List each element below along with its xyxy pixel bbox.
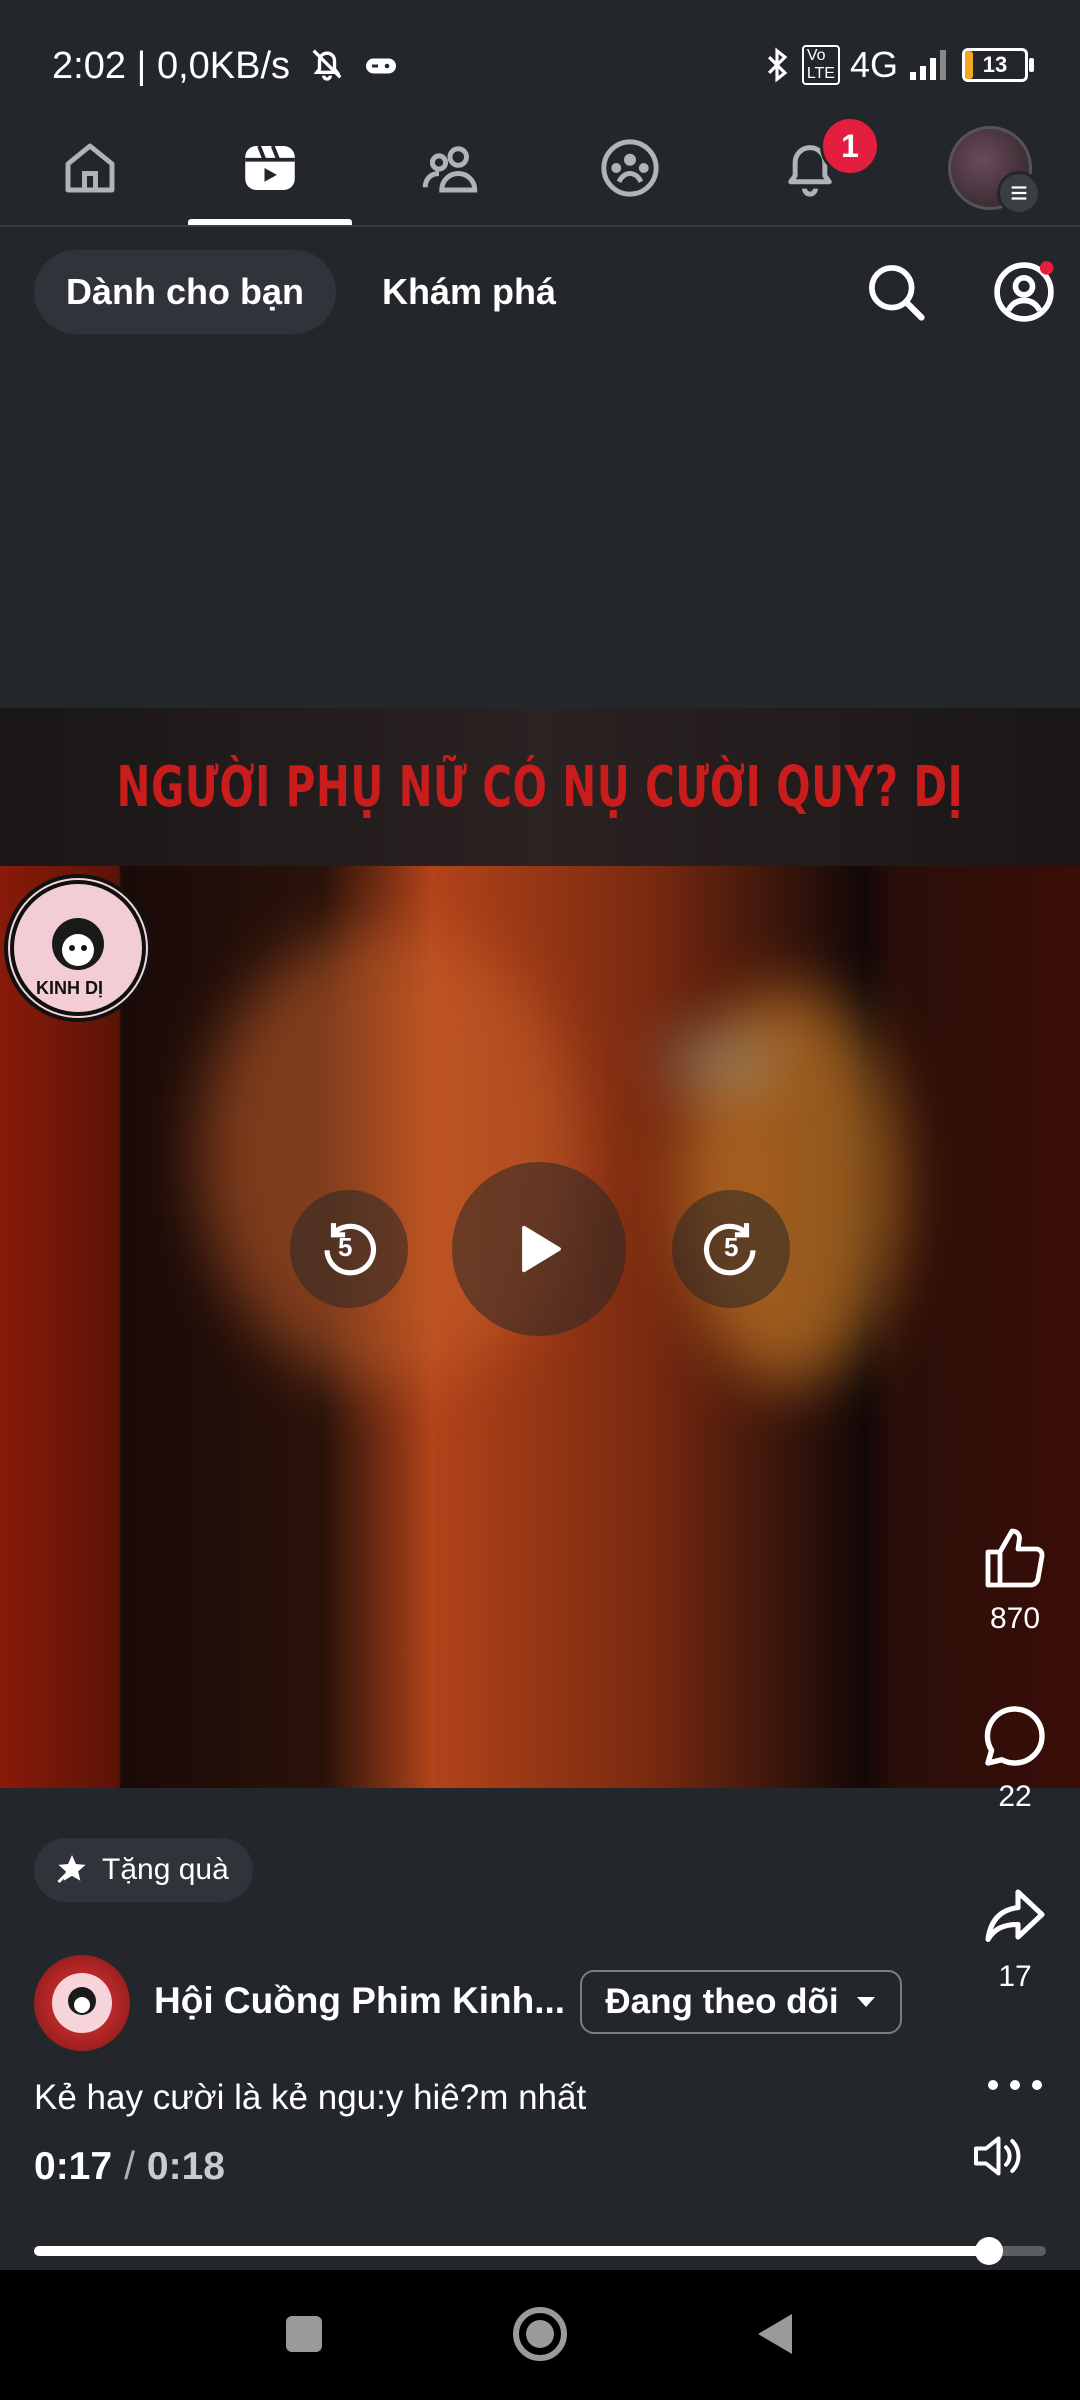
current-time: 0:17 xyxy=(34,2145,113,2188)
speaker-icon xyxy=(974,2136,1021,2176)
following-button[interactable]: Đang theo dõi xyxy=(580,1970,902,2034)
status-time-text: 2:02 | 0,0KB/s xyxy=(52,45,291,87)
game-controller-icon xyxy=(366,58,397,74)
battery-fill xyxy=(965,51,973,79)
gift-button[interactable]: Tặng quà xyxy=(34,1838,253,1902)
channel-watermark: KINH DỊ xyxy=(4,874,152,1022)
like-action[interactable]: 870 xyxy=(960,1522,1070,1636)
like-count: 870 xyxy=(989,1602,1041,1635)
share-count: 17 xyxy=(998,1960,1032,1993)
search-icon xyxy=(869,265,925,321)
video-banner-text: NGƯỜI PHỤ NỮ CÓ NỤ CƯỜI QUY? DỊ xyxy=(116,754,964,820)
play-button[interactable] xyxy=(452,1162,626,1336)
comment-count: 22 xyxy=(998,1780,1032,1813)
author-avatar[interactable] xyxy=(34,1955,130,2051)
watermark-text: KINH DỊ xyxy=(36,978,103,998)
profile-button[interactable] xyxy=(990,258,1058,326)
top-nav: 1 xyxy=(0,110,1080,227)
square-icon xyxy=(286,2316,322,2352)
system-nav-bar xyxy=(0,2270,1080,2400)
star-gift-icon xyxy=(57,1855,86,1884)
video-player[interactable]: NGƯỜI PHỤ NỮ CÓ NỤ CƯỜI QUY? DỊ KINH DỊ … xyxy=(0,708,1080,1788)
comment-icon xyxy=(984,1706,1045,1766)
caret-down-icon xyxy=(856,1997,875,2007)
rewind-5-button[interactable]: 5 xyxy=(290,1190,408,1308)
home-system-button[interactable] xyxy=(510,2304,570,2364)
video-banner: NGƯỜI PHỤ NỮ CÓ NỤ CƯỜI QUY? DỊ xyxy=(0,708,1080,866)
battery-level: 13 xyxy=(982,52,1008,77)
groups-icon xyxy=(601,138,659,197)
nav-groups[interactable] xyxy=(540,110,720,225)
profile-icon xyxy=(994,261,1054,322)
nav-profile-menu[interactable] xyxy=(900,110,1080,225)
progress-fill xyxy=(34,2246,990,2256)
play-icon xyxy=(522,1225,561,1273)
back-button[interactable] xyxy=(752,2310,800,2358)
video-caption: Kẻ hay cười là kẻ ngu:y hiê?m nhất xyxy=(34,2078,587,2117)
time-separator: / xyxy=(124,2145,135,2188)
avatar xyxy=(948,125,1041,215)
video-icon xyxy=(245,144,295,190)
tab-for-you[interactable]: Dành cho bạn xyxy=(34,250,337,334)
gift-label: Tặng quà xyxy=(102,1853,229,1886)
nav-home[interactable] xyxy=(0,110,180,225)
share-action[interactable]: 17 xyxy=(960,1880,1070,1994)
progress-handle[interactable] xyxy=(975,2237,1004,2265)
menu-icon xyxy=(997,170,1041,215)
volume-button[interactable] xyxy=(966,2126,1032,2186)
rewind-seconds: 5 xyxy=(338,1232,353,1262)
bluetooth-icon xyxy=(767,47,788,83)
nav-friends[interactable] xyxy=(360,110,540,225)
search-button[interactable] xyxy=(862,258,930,326)
forward-seconds: 5 xyxy=(724,1232,739,1262)
status-time: 2:02 | 0,0KB/s xyxy=(52,44,399,88)
nav-video[interactable] xyxy=(180,110,360,225)
time-display: 0:17 / 0:18 xyxy=(34,2145,225,2189)
share-icon xyxy=(985,1889,1045,1942)
back-triangle-icon xyxy=(758,2314,792,2354)
forward-5-button[interactable]: 5 xyxy=(672,1190,790,1308)
circle-icon xyxy=(513,2307,567,2361)
following-label: Đang theo dõi xyxy=(605,1982,839,2021)
signal-icon xyxy=(910,50,946,80)
tab-explore[interactable]: Khám phá xyxy=(350,250,588,334)
battery-icon: 13 xyxy=(962,48,1034,82)
home-icon xyxy=(65,143,115,192)
nav-notifications[interactable]: 1 xyxy=(720,110,900,225)
recent-apps-button[interactable] xyxy=(282,2312,326,2356)
notification-badge: 1 xyxy=(820,116,880,176)
comment-action[interactable]: 22 xyxy=(960,1700,1070,1814)
status-icons: Vo LTE 4G 13 xyxy=(762,44,1034,86)
author-name[interactable]: Hội Cuồng Phim Kinh... xyxy=(154,1980,565,2022)
progress-bar[interactable] xyxy=(34,2237,1046,2265)
mute-bell-icon xyxy=(312,49,342,81)
total-time: 0:18 xyxy=(146,2145,225,2188)
thumbs-up-icon xyxy=(985,1528,1045,1588)
status-bar: 2:02 | 0,0KB/s Vo LTE 4G 13 xyxy=(0,0,1080,120)
more-icon xyxy=(988,2080,1042,2090)
friends-icon xyxy=(422,145,478,192)
more-options-button[interactable] xyxy=(980,2070,1050,2100)
volte-icon: Vo LTE xyxy=(801,45,840,85)
network-type: 4G xyxy=(849,44,898,85)
